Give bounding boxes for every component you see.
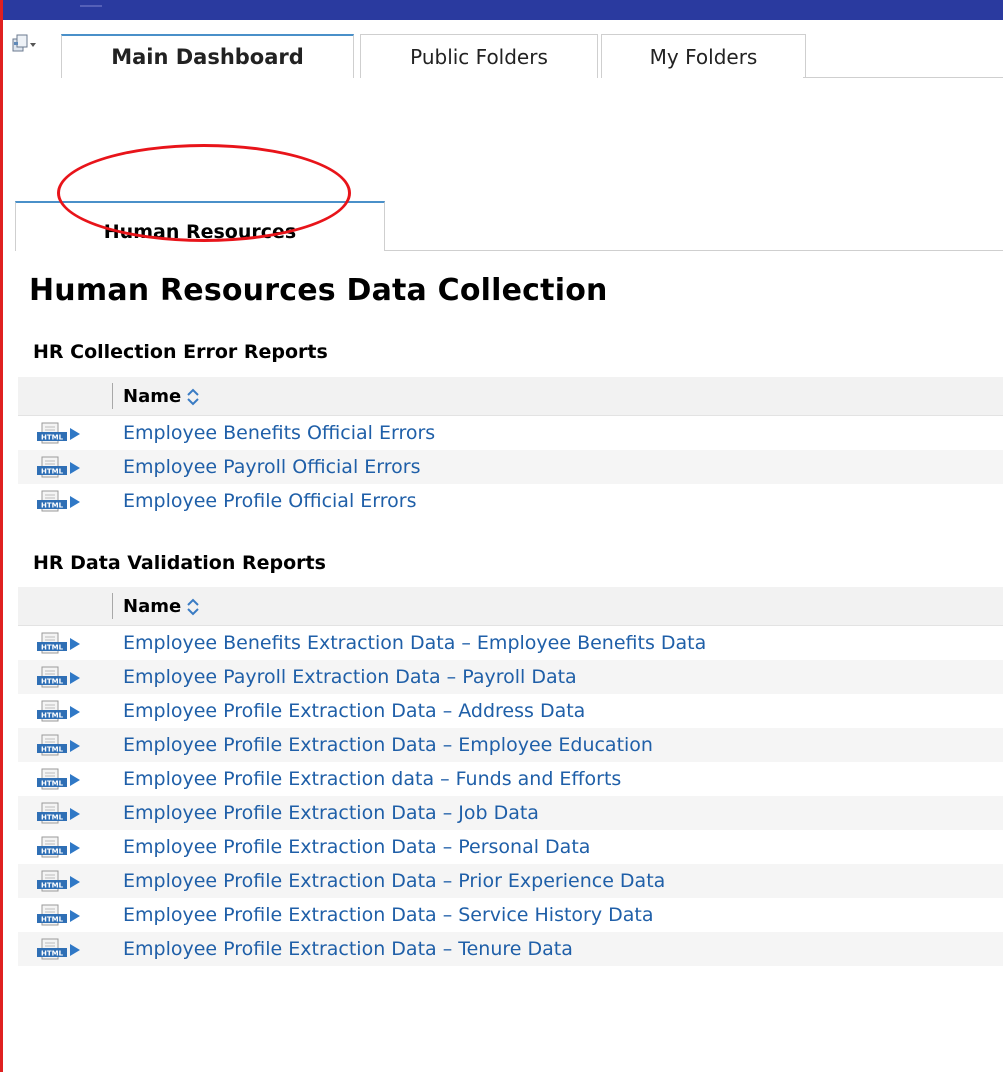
html-report-icon[interactable]: HTML	[34, 456, 94, 480]
table-row: HTML Employee Profile Extraction Data – T…	[18, 932, 1003, 966]
name-column-label: Name	[123, 596, 182, 617]
tab-bar-baseline	[803, 77, 1003, 78]
main-tab-bar: Main Dashboard Public Folders My Folders	[3, 20, 1003, 78]
table-row: HTML Employee Profile Extraction Data – A…	[18, 694, 1003, 728]
html-report-icon[interactable]: HTML	[34, 938, 94, 962]
report-link[interactable]: Employee Benefits Extraction Data – Empl…	[123, 632, 706, 654]
html-report-icon[interactable]: HTML	[34, 870, 94, 894]
validation-reports-rows: HTML Employee Benefits Extraction Data – …	[18, 626, 1003, 966]
group-title-error-reports: HR Collection Error Reports	[33, 341, 328, 363]
html-report-icon[interactable]: HTML	[34, 768, 94, 792]
name-column-header[interactable]: Name	[123, 596, 201, 617]
report-link[interactable]: Employee Profile Official Errors	[123, 490, 416, 512]
html-report-icon[interactable]: HTML	[34, 700, 94, 724]
svg-text:HTML: HTML	[41, 746, 64, 754]
html-report-icon[interactable]: HTML	[34, 632, 94, 656]
svg-text:HTML: HTML	[41, 468, 64, 476]
report-link[interactable]: Employee Profile Extraction Data – Job D…	[123, 802, 539, 824]
report-link[interactable]: Employee Payroll Extraction Data – Payro…	[123, 666, 577, 688]
error-reports-table: Name HTML Employee Benefits Official Erro…	[18, 377, 1003, 518]
table-row: HTML Employee Benefits Official Errors	[18, 416, 1003, 450]
svg-text:HTML: HTML	[41, 882, 64, 890]
svg-text:HTML: HTML	[41, 712, 64, 720]
page-title: Human Resources Data Collection	[29, 273, 608, 308]
sort-icon[interactable]	[185, 387, 201, 407]
html-report-icon[interactable]: HTML	[34, 422, 94, 446]
report-link[interactable]: Employee Profile Extraction Data – Addre…	[123, 700, 585, 722]
svg-text:HTML: HTML	[41, 502, 64, 510]
section-tab-baseline	[385, 250, 1003, 251]
html-report-icon[interactable]: HTML	[34, 734, 94, 758]
report-link[interactable]: Employee Profile Extraction Data – Perso…	[123, 836, 590, 858]
title-bar-mark	[80, 5, 102, 7]
tab-main-dashboard[interactable]: Main Dashboard	[61, 34, 354, 78]
table-row: HTML Employee Payroll Extraction Data – P…	[18, 660, 1003, 694]
svg-text:HTML: HTML	[41, 814, 64, 822]
tabs-menu-icon[interactable]	[12, 33, 38, 55]
report-link[interactable]: Employee Profile Extraction Data – Servi…	[123, 904, 654, 926]
column-separator	[112, 593, 113, 619]
table-header: Name	[18, 587, 1003, 626]
report-link[interactable]: Employee Profile Extraction Data – Prior…	[123, 870, 665, 892]
report-link[interactable]: Employee Benefits Official Errors	[123, 422, 435, 444]
html-report-icon[interactable]: HTML	[34, 802, 94, 826]
report-link[interactable]: Employee Profile Extraction data – Funds…	[123, 768, 621, 790]
table-row: HTML Employee Payroll Official Errors	[18, 450, 1003, 484]
svg-text:HTML: HTML	[41, 434, 64, 442]
table-row: HTML Employee Profile Extraction Data – S…	[18, 898, 1003, 932]
table-row: HTML Employee Profile Official Errors	[18, 484, 1003, 518]
tab-my-folders[interactable]: My Folders	[601, 34, 806, 78]
validation-reports-table: Name HTML Employee Benefits Extraction Da…	[18, 587, 1003, 966]
group-title-validation-reports: HR Data Validation Reports	[33, 552, 326, 574]
window-frame-border	[0, 0, 3, 1072]
report-link[interactable]: Employee Profile Extraction Data – Tenur…	[123, 938, 573, 960]
svg-text:HTML: HTML	[41, 678, 64, 686]
html-report-icon[interactable]: HTML	[34, 666, 94, 690]
html-report-icon[interactable]: HTML	[34, 904, 94, 928]
report-link[interactable]: Employee Profile Extraction Data – Emplo…	[123, 734, 653, 756]
table-row: HTML Employee Profile Extraction Data – P…	[18, 830, 1003, 864]
table-row: HTML Employee Profile Extraction Data – E…	[18, 728, 1003, 762]
html-report-icon[interactable]: HTML	[34, 490, 94, 514]
report-link[interactable]: Employee Payroll Official Errors	[123, 456, 420, 478]
table-header: Name	[18, 377, 1003, 416]
table-row: HTML Employee Benefits Extraction Data – …	[18, 626, 1003, 660]
name-column-label: Name	[123, 386, 182, 407]
svg-text:HTML: HTML	[41, 950, 64, 958]
window-title-bar	[0, 0, 1003, 20]
error-reports-rows: HTML Employee Benefits Official Errors HTM…	[18, 416, 1003, 518]
column-separator	[112, 383, 113, 409]
svg-text:HTML: HTML	[41, 780, 64, 788]
table-row: HTML Employee Profile Extraction Data – P…	[18, 864, 1003, 898]
svg-text:HTML: HTML	[41, 848, 64, 856]
sort-icon[interactable]	[185, 597, 201, 617]
table-row: HTML Employee Profile Extraction Data – J…	[18, 796, 1003, 830]
tab-public-folders[interactable]: Public Folders	[360, 34, 598, 78]
html-report-icon[interactable]: HTML	[34, 836, 94, 860]
svg-text:HTML: HTML	[41, 644, 64, 652]
svg-text:HTML: HTML	[41, 916, 64, 924]
name-column-header[interactable]: Name	[123, 386, 201, 407]
table-row: HTML Employee Profile Extraction data – F…	[18, 762, 1003, 796]
tab-human-resources[interactable]: Human Resources	[15, 201, 385, 251]
